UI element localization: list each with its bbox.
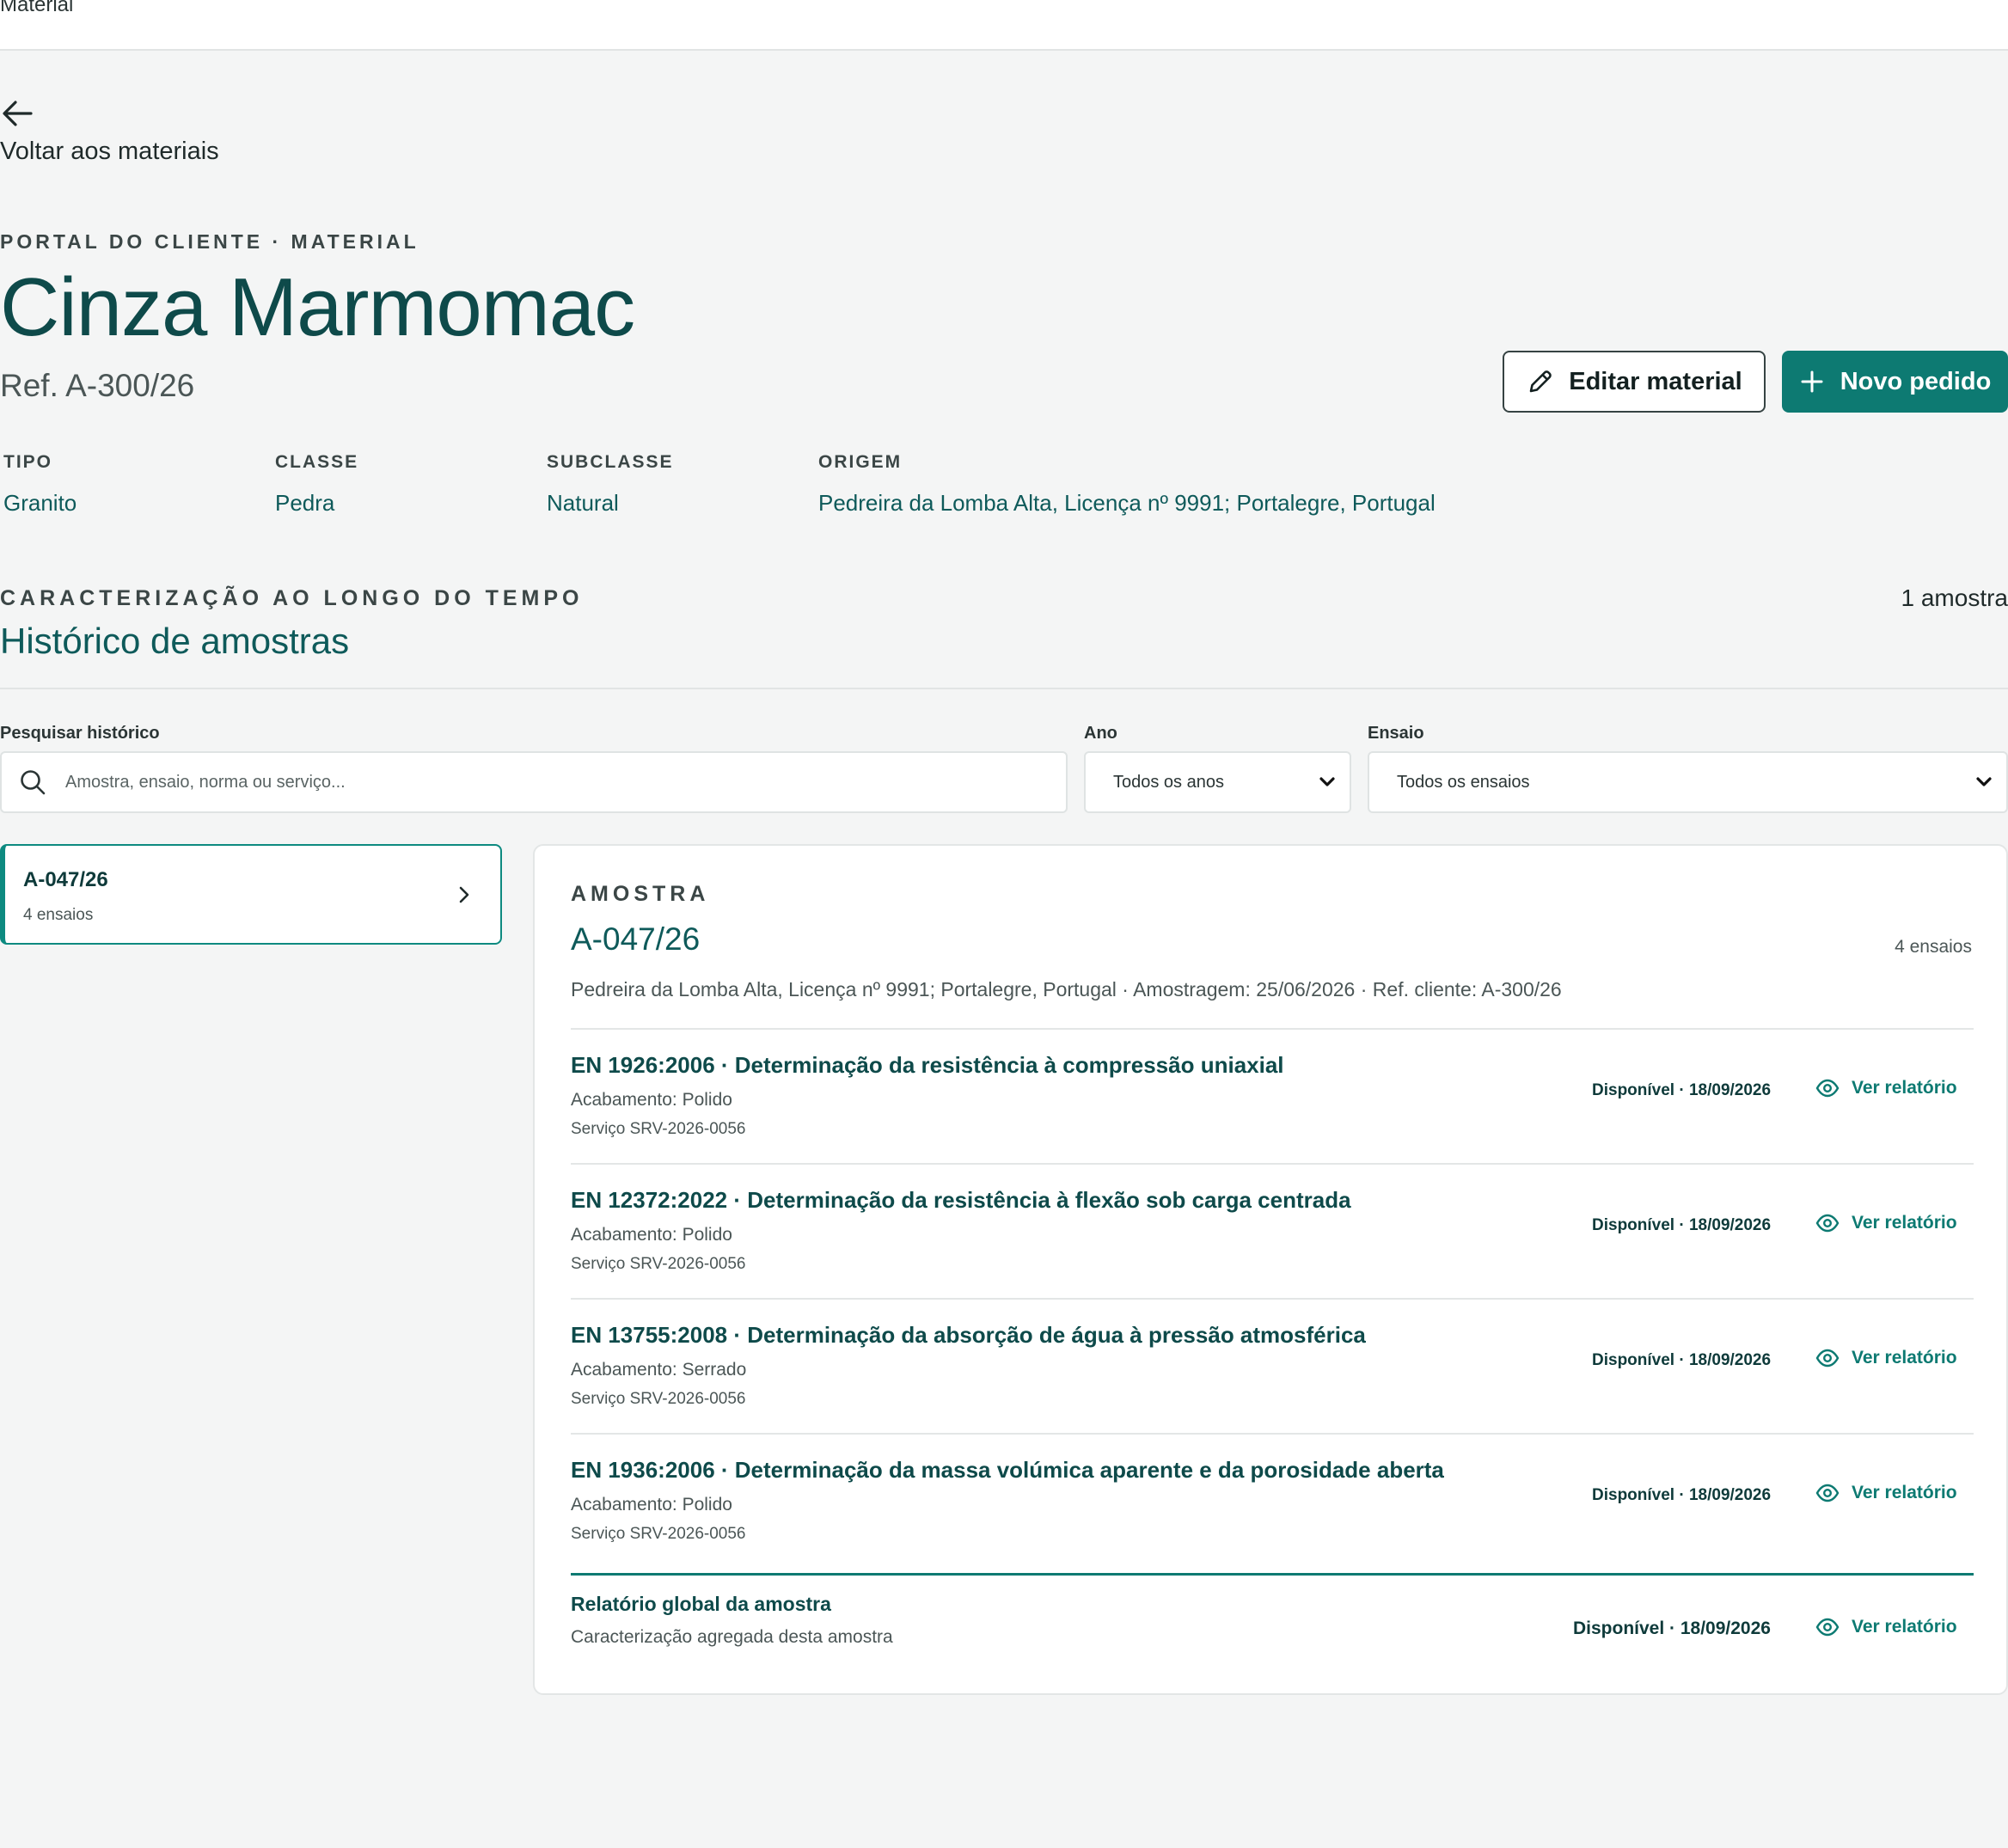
chevron-right-icon <box>459 886 469 903</box>
test-label: Ensaio <box>1368 724 1424 743</box>
meta-value: Granito <box>3 490 77 516</box>
back-to-materials-link[interactable]: Voltar aos materiais <box>0 98 219 166</box>
sample-list-item[interactable]: A-047/26 4 ensaios <box>0 844 502 945</box>
meta-label: SUBCLASSE <box>547 452 674 472</box>
new-order-label: Novo pedido <box>1840 367 1992 395</box>
view-report-label: Ver relatório <box>1852 1348 1957 1368</box>
view-report-label: Ver relatório <box>1852 1078 1957 1098</box>
detail-eyebrow: AMOSTRA <box>571 882 710 906</box>
history-count: 1 amostra <box>1901 584 2008 611</box>
sample-test-count: 4 ensaios <box>23 906 94 924</box>
history-title: Histórico de amostras <box>0 621 350 661</box>
test-select-value: Todos os ensaios <box>1397 772 1530 792</box>
view-report-label: Ver relatório <box>1852 1483 1957 1502</box>
global-report-row: Relatório global da amostra Caracterizaç… <box>571 1573 1974 1667</box>
detail-title: A-047/26 <box>571 921 701 957</box>
global-report-title[interactable]: Relatório global da amostra <box>571 1593 831 1616</box>
new-order-button[interactable]: Novo pedido <box>1782 351 2008 413</box>
meta-label: TIPO <box>3 452 53 472</box>
history-eyebrow: CARACTERIZAÇÃO AO LONGO DO TEMPO <box>0 586 584 610</box>
test-service: Serviço SRV-2026-0056 <box>571 1390 746 1408</box>
test-service: Serviço SRV-2026-0056 <box>571 1525 746 1543</box>
meta-label: CLASSE <box>275 452 359 472</box>
view-report-label: Ver relatório <box>1852 1213 1957 1233</box>
meta-subclass: SUBCLASSE Natural <box>547 452 674 517</box>
edit-material-button[interactable]: Editar material <box>1503 351 1766 413</box>
search-input[interactable] <box>65 772 1011 792</box>
eye-icon <box>1815 1079 1840 1098</box>
global-report-description: Caracterização agregada desta amostra <box>571 1627 893 1647</box>
meta-value: Pedra <box>275 490 335 516</box>
meta-class: CLASSE Pedra <box>275 452 358 517</box>
chevron-down-icon <box>1976 777 1992 786</box>
material-ref: Ref. A-300/26 <box>0 368 195 403</box>
test-service: Serviço SRV-2026-0056 <box>571 1120 746 1138</box>
eye-icon <box>1815 1214 1840 1233</box>
edit-material-label: Editar material <box>1569 367 1742 395</box>
view-report-link[interactable]: Ver relatório <box>1815 1078 1957 1098</box>
test-finish: Acabamento: Polido <box>571 1090 732 1110</box>
view-report-link[interactable]: Ver relatório <box>1815 1213 1957 1233</box>
test-row: EN 1926:2006 · Determinação da resistênc… <box>571 1028 1974 1163</box>
page-title: Cinza Marmomac <box>0 261 635 353</box>
test-finish: Acabamento: Serrado <box>571 1360 747 1380</box>
sample-detail-panel: AMOSTRA A-047/26 4 ensaios Pedreira da L… <box>533 844 2008 1695</box>
global-report-status: Disponível · 18/09/2026 <box>1573 1619 1771 1638</box>
view-report-link[interactable]: Ver relatório <box>1815 1483 1957 1503</box>
test-row: EN 1936:2006 · Determinação da massa vol… <box>571 1433 1974 1568</box>
search-label: Pesquisar histórico <box>0 724 160 743</box>
meta-value: Natural <box>547 490 619 516</box>
chevron-down-icon <box>1319 777 1335 786</box>
meta-value: Pedreira da Lomba Alta, Licença nº 9991;… <box>818 490 1436 516</box>
search-field[interactable] <box>0 751 1068 813</box>
plus-icon <box>1801 370 1823 393</box>
detail-description: Pedreira da Lomba Alta, Licença nº 9991;… <box>571 978 1562 1000</box>
sample-id: A-047/26 <box>23 868 108 891</box>
eye-icon <box>1815 1618 1840 1637</box>
year-select[interactable]: Todos os anos <box>1084 751 1351 813</box>
meta-origin: ORIGEM Pedreira da Lomba Alta, Licença n… <box>818 452 1436 517</box>
test-select[interactable]: Todos os ensaios <box>1368 751 2008 813</box>
test-service: Serviço SRV-2026-0056 <box>571 1255 746 1273</box>
page-eyebrow: PORTAL DO CLIENTE · MATERIAL <box>0 230 419 253</box>
test-title[interactable]: EN 13755:2008 · Determinação da absorção… <box>571 1322 1366 1349</box>
breadcrumb: Material <box>0 0 74 16</box>
arrow-left-icon <box>3 101 33 126</box>
test-status: Disponível · 18/09/2026 <box>1592 1351 1772 1369</box>
year-select-value: Todos os anos <box>1113 772 1224 792</box>
section-divider <box>0 688 2008 689</box>
test-title[interactable]: EN 12372:2022 · Determinação da resistên… <box>571 1187 1351 1214</box>
test-row: EN 12372:2022 · Determinação da resistên… <box>571 1163 1974 1298</box>
view-report-link[interactable]: Ver relatório <box>1815 1348 1957 1368</box>
test-status: Disponível · 18/09/2026 <box>1592 1081 1772 1099</box>
back-label: Voltar aos materiais <box>0 138 219 165</box>
view-global-report-link[interactable]: Ver relatório <box>1815 1617 1957 1637</box>
detail-test-count: 4 ensaios <box>1895 937 1972 957</box>
meta-type: TIPO Granito <box>3 452 77 517</box>
test-title[interactable]: EN 1936:2006 · Determinação da massa vol… <box>571 1457 1444 1484</box>
pencil-icon <box>1529 370 1552 393</box>
test-status: Disponível · 18/09/2026 <box>1592 1216 1772 1234</box>
search-icon <box>21 770 46 795</box>
year-label: Ano <box>1084 724 1117 743</box>
test-row: EN 13755:2008 · Determinação da absorção… <box>571 1298 1974 1433</box>
top-bar: Material <box>0 0 2008 51</box>
test-status: Disponível · 18/09/2026 <box>1592 1486 1772 1504</box>
meta-label: ORIGEM <box>818 452 903 472</box>
eye-icon <box>1815 1484 1840 1502</box>
eye-icon <box>1815 1349 1840 1368</box>
view-report-label: Ver relatório <box>1852 1617 1957 1637</box>
test-title[interactable]: EN 1926:2006 · Determinação da resistênc… <box>571 1052 1284 1079</box>
test-finish: Acabamento: Polido <box>571 1495 732 1515</box>
test-finish: Acabamento: Polido <box>571 1225 732 1245</box>
